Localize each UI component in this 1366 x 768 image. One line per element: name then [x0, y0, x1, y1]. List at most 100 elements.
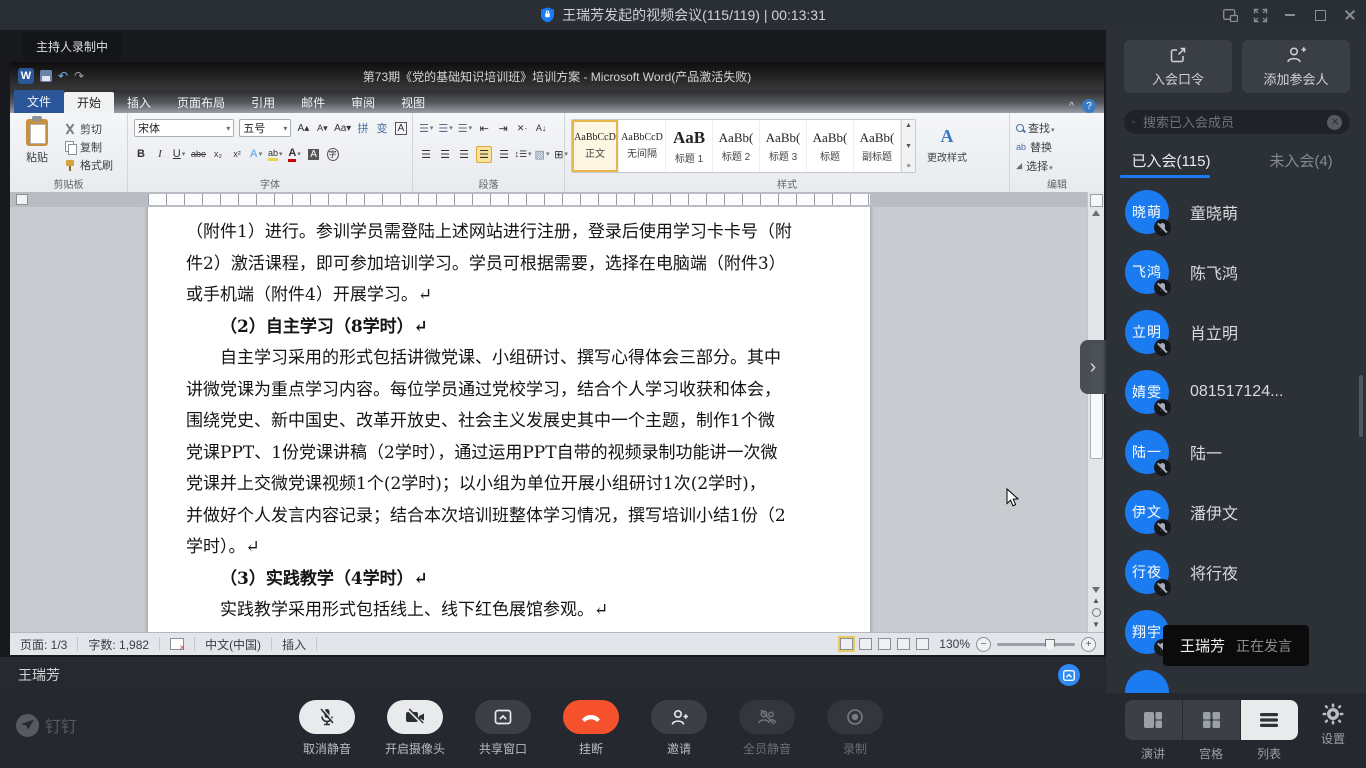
clear-search-icon[interactable] [1327, 115, 1342, 130]
tab-page-layout[interactable]: 页面布局 [164, 92, 238, 113]
screen-share-indicator-icon[interactable] [1058, 664, 1080, 686]
maximize-icon[interactable] [1312, 7, 1328, 23]
align-left-icon[interactable] [419, 147, 433, 162]
numbering-icon[interactable] [438, 121, 452, 136]
outline-view-icon[interactable] [897, 638, 910, 650]
draft-view-icon[interactable] [916, 638, 929, 650]
style-heading2[interactable]: AaBb(标题 2 [713, 120, 760, 172]
participant-row[interactable]: 行夜 将行夜 [1106, 542, 1366, 602]
word-vertical-scrollbar[interactable]: ▲ ▼ [1087, 192, 1104, 633]
add-participant-button[interactable]: 添加参会人 [1242, 40, 1350, 93]
sort-icon[interactable] [534, 121, 548, 136]
find-button[interactable]: 查找 [1016, 120, 1100, 136]
participant-row[interactable]: 婧雯 081517124... [1106, 362, 1366, 422]
settings-button[interactable]: 设置 [1308, 703, 1358, 747]
invite-button[interactable]: 邀请 [635, 700, 723, 757]
copy-button[interactable]: 复制 [64, 138, 113, 155]
enclose-characters-icon[interactable] [326, 147, 340, 162]
zoom-level[interactable]: 130% [939, 637, 970, 651]
hang-up-button[interactable]: 挂断 [547, 700, 635, 757]
fullscreen-icon[interactable] [1252, 7, 1268, 23]
participant-row[interactable] [1106, 662, 1366, 693]
change-case-icon[interactable] [334, 121, 351, 136]
multilevel-list-icon[interactable] [458, 121, 472, 136]
tab-references[interactable]: 引用 [238, 92, 288, 113]
font-color-icon[interactable] [288, 147, 302, 162]
change-styles-button[interactable]: A 更改样式 [916, 117, 978, 173]
align-center-icon[interactable] [438, 147, 452, 162]
participant-row[interactable]: 伊文 潘伊文 [1106, 482, 1366, 542]
tab-not-joined[interactable]: 未入会(4) [1236, 142, 1366, 178]
line-spacing-icon[interactable] [516, 147, 530, 162]
tab-file[interactable]: 文件 [14, 90, 64, 113]
scroll-down-icon[interactable] [1092, 587, 1100, 593]
tab-view[interactable]: 视图 [388, 92, 438, 113]
document-page[interactable]: （附件1）进行。参训学员需登陆上述网站进行注册，登录后使用学习卡卡号（附 件2）… [148, 207, 870, 633]
tab-mailings[interactable]: 邮件 [288, 92, 338, 113]
styles-gallery-scroll[interactable]: ▲▼≡ [901, 120, 915, 172]
style-heading3[interactable]: AaBb(标题 3 [760, 120, 807, 172]
justify-icon[interactable] [476, 146, 492, 163]
page-indicator[interactable]: 页面: 1/3 [10, 637, 78, 651]
help-icon[interactable] [1082, 99, 1096, 113]
close-icon[interactable] [1342, 7, 1358, 23]
document-canvas[interactable]: （附件1）进行。参训学员需登陆上述网站进行注册，登录后使用学习卡卡号（附 件2）… [10, 207, 1088, 633]
align-right-icon[interactable] [457, 147, 471, 162]
style-normal[interactable]: AaBbCcD正文 [572, 120, 619, 172]
list-view-button[interactable]: 列表 [1240, 700, 1298, 762]
search-box[interactable] [1124, 110, 1350, 134]
paste-button[interactable]: 粘贴 [16, 119, 58, 173]
collapse-ribbon-icon[interactable] [1069, 101, 1074, 112]
insert-mode[interactable]: 插入 [272, 637, 317, 651]
character-border-icon[interactable] [394, 121, 408, 136]
cut-button[interactable]: 剪切 [64, 120, 113, 137]
bullets-icon[interactable] [419, 121, 433, 136]
select-button[interactable]: 选择 [1016, 158, 1100, 174]
shrink-font-icon[interactable] [315, 121, 329, 136]
subscript-icon[interactable] [211, 147, 225, 162]
shading-icon[interactable] [535, 147, 549, 162]
font-size-combo[interactable]: 五号 [239, 119, 291, 137]
scroll-up-icon[interactable] [1092, 210, 1100, 216]
sidebar-scrollbar[interactable] [1359, 375, 1363, 437]
format-painter-button[interactable]: 格式刷 [64, 156, 113, 173]
participant-row[interactable]: 立明 肖立明 [1106, 302, 1366, 362]
float-window-icon[interactable] [1222, 7, 1238, 23]
camera-on-button[interactable]: 开启摄像头 [371, 700, 459, 757]
replace-button[interactable]: 替换 [1016, 139, 1100, 155]
share-window-button[interactable]: 共享窗口 [459, 700, 547, 757]
participant-row[interactable]: 飞鸿 陈飞鸿 [1106, 242, 1366, 302]
text-effects-icon[interactable] [249, 147, 263, 162]
print-layout-view-icon[interactable] [840, 638, 853, 650]
tab-joined[interactable]: 已入会(115) [1106, 142, 1236, 178]
style-no-spacing[interactable]: AaBbCcD无间隔 [619, 120, 666, 172]
participant-list[interactable]: 晓萌 童晓萌 飞鸿 陈飞鸿 立明 肖立明 婧雯 081517124... 陆一 … [1106, 182, 1366, 693]
bold-icon[interactable] [134, 147, 148, 162]
language-indicator[interactable]: 中文(中国) [195, 637, 272, 651]
char-style-icon[interactable] [375, 121, 389, 136]
decrease-indent-icon[interactable] [477, 121, 491, 136]
mute-all-button[interactable]: 全员静音 [723, 700, 811, 757]
horizontal-ruler[interactable] [10, 192, 1088, 207]
tab-selector-icon[interactable] [16, 194, 28, 205]
next-page-icon[interactable]: ▼ [1092, 620, 1100, 629]
underline-icon[interactable] [172, 147, 186, 162]
style-title[interactable]: AaBb(标题 [807, 120, 854, 172]
speaker-view-button[interactable]: 演讲 [1124, 700, 1182, 762]
phonetic-guide-icon[interactable] [356, 121, 370, 136]
zoom-slider-thumb[interactable] [1045, 639, 1055, 652]
web-layout-view-icon[interactable] [878, 638, 891, 650]
word-count[interactable]: 字数: 1,982 [78, 637, 160, 651]
unmute-button[interactable]: 取消静音 [283, 700, 371, 757]
tab-review[interactable]: 审阅 [338, 92, 388, 113]
previous-page-icon[interactable]: ▲ [1092, 596, 1100, 605]
participant-row[interactable]: 陆一 陆一 [1106, 422, 1366, 482]
record-button[interactable]: 录制 [811, 700, 899, 757]
font-name-combo[interactable]: 宋体 [134, 119, 234, 137]
meeting-code-button[interactable]: 入会口令 [1124, 40, 1232, 93]
zoom-out-icon[interactable]: − [976, 637, 991, 652]
grid-view-button[interactable]: 宫格 [1182, 700, 1240, 762]
distribute-icon[interactable] [497, 147, 511, 162]
superscript-icon[interactable] [230, 147, 244, 162]
browse-object-icon[interactable] [1092, 608, 1101, 617]
